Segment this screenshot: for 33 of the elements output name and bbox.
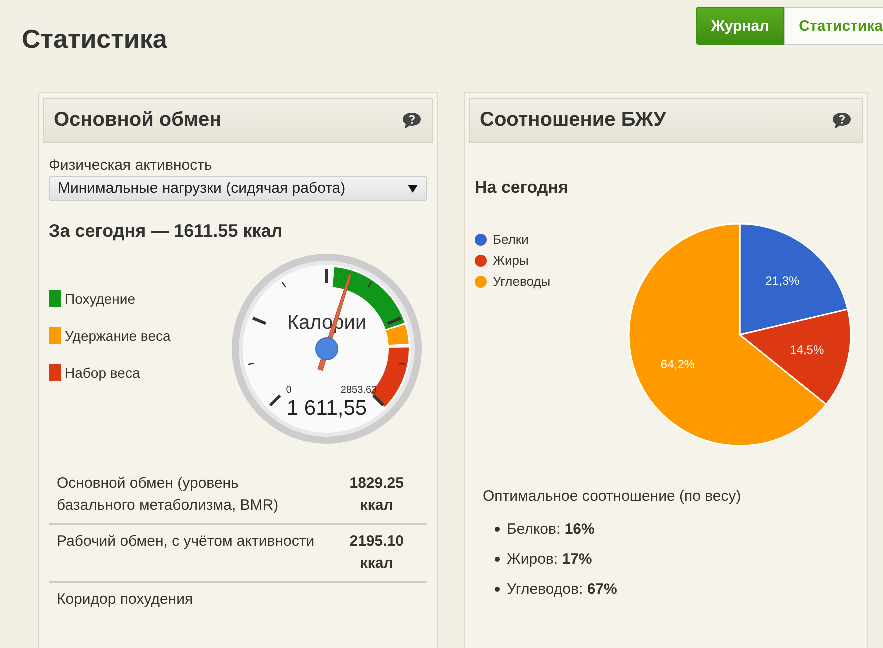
slice-label: 64,2% [660, 358, 695, 372]
legend-label: Углеводы [493, 274, 551, 289]
metric-label: Коридор похудения [49, 582, 327, 617]
today-total: За сегодня — 1611.55 ккал [49, 221, 284, 242]
bullet-icon [495, 557, 500, 562]
legend-label: Похудение [65, 290, 136, 306]
panel-title: Соотношение БЖУ [480, 109, 666, 132]
chart-subtitle: На сегодня [475, 178, 570, 198]
help-icon[interactable] [832, 112, 852, 130]
field-label: Физическая активность [49, 157, 214, 174]
legend-label: Белки [493, 232, 529, 247]
metric-label: Рабочий обмен, с учётом активности [49, 524, 327, 582]
ratio-item: Белков: 16% [507, 521, 595, 538]
legend-label: Жиры [493, 253, 529, 268]
metric-value: 2195.10 ккал [326, 524, 427, 582]
metric-label: Основной обмен (уровень базального метаболизма, BMR) [49, 467, 327, 524]
activity-select[interactable]: Минимальные нагрузки (сидячая работа) [49, 176, 427, 201]
tab[interactable]: Статистика [784, 7, 883, 45]
section-label: Оптимальное соотношение (по весу) [482, 488, 742, 505]
ratio-item: Жиров: 17% [507, 551, 592, 568]
tab[interactable]: Журнал [696, 7, 784, 45]
bullet-icon [495, 587, 500, 592]
panel-title: Основной обмен [54, 109, 222, 132]
slice-label: 21,3% [766, 274, 800, 288]
page-title: Статистика [22, 24, 168, 55]
help-icon[interactable] [402, 112, 422, 130]
legend-label: Удержание веса [65, 328, 171, 344]
slice-label: 14,5% [790, 343, 824, 358]
legend-label: Набор веса [65, 364, 140, 380]
ratio-item: Углеводов: 67% [507, 581, 618, 598]
metric-value: 1829.25 ккал [326, 467, 427, 524]
caret-icon [408, 184, 418, 192]
bullet-icon [495, 527, 500, 532]
